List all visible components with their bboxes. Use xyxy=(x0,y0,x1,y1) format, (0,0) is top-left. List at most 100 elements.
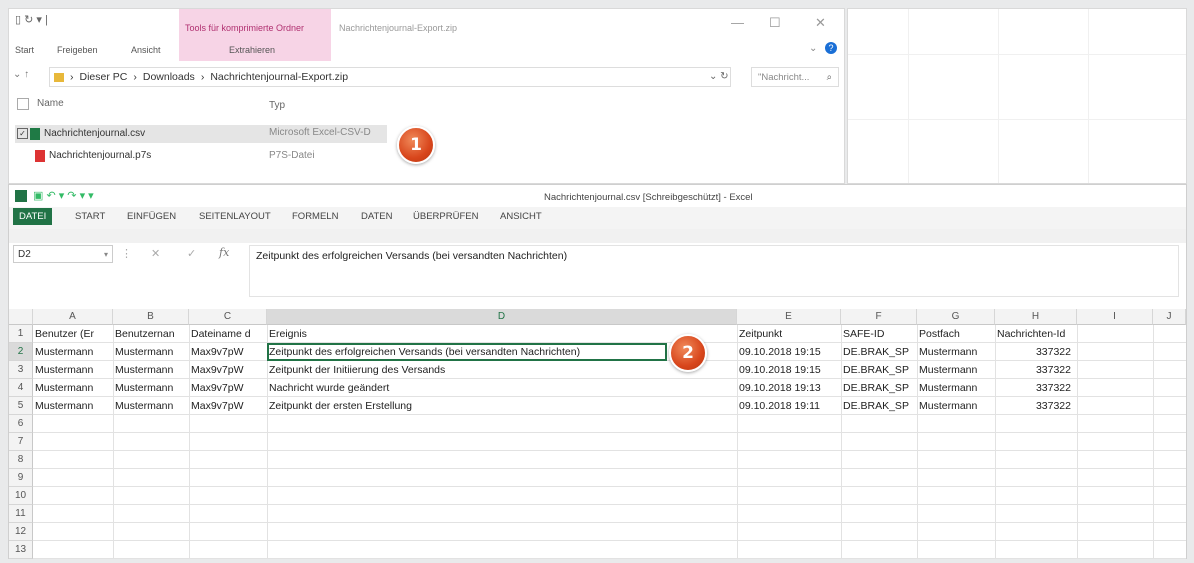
cell-h1[interactable]: Nachrichten-Id xyxy=(995,325,1077,343)
cell-h4[interactable]: 337322 xyxy=(995,379,1077,397)
tab-formeln[interactable]: FORMELN xyxy=(292,211,338,222)
cell-h3[interactable]: 337322 xyxy=(995,361,1077,379)
column-header-type[interactable]: Typ xyxy=(269,100,285,111)
column-header-b[interactable]: B xyxy=(113,309,189,325)
row-header-2[interactable]: 2 xyxy=(9,343,33,361)
ribbon-tab-ansicht[interactable]: Ansicht xyxy=(131,45,161,55)
cell-c3[interactable]: Max9v7pW xyxy=(189,361,267,379)
row-header-1[interactable]: 1 xyxy=(9,325,33,343)
function-icon[interactable]: fx xyxy=(219,246,229,259)
refresh-icon[interactable]: ⌄ ↻ xyxy=(709,71,729,82)
check-icon[interactable]: ✓ xyxy=(17,128,28,139)
cell-f3[interactable]: DE.BRAK_SP xyxy=(841,361,917,379)
cell-h2[interactable]: 337322 xyxy=(995,343,1077,361)
formula-bar[interactable]: Zeitpunkt des erfolgreichen Versands (be… xyxy=(249,245,1179,297)
file-row[interactable]: ✓ Nachrichtenjournal.csv xyxy=(17,125,145,142)
tab-seitenlayout[interactable]: SEITENLAYOUT xyxy=(199,211,271,222)
breadcrumb-downloads[interactable]: Downloads xyxy=(143,71,195,83)
nav-back-icon[interactable]: ⌄ ↑ xyxy=(13,69,29,80)
cell-b4[interactable]: Mustermann xyxy=(113,379,189,397)
file-row[interactable]: Nachrichtenjournal.p7s xyxy=(35,147,151,164)
minimize-icon[interactable]: — xyxy=(731,15,744,30)
cell-b2[interactable]: Mustermann xyxy=(113,343,189,361)
cell-a5[interactable]: Mustermann xyxy=(33,397,113,415)
column-header-c[interactable]: C xyxy=(189,309,267,325)
close-icon[interactable]: ✕ xyxy=(815,15,826,31)
row-header-9[interactable]: 9 xyxy=(9,469,33,487)
cell-c1[interactable]: Dateiname d xyxy=(189,325,267,343)
cell-d1[interactable]: Ereignis xyxy=(267,325,737,343)
cell-b5[interactable]: Mustermann xyxy=(113,397,189,415)
column-header-i[interactable]: I xyxy=(1077,309,1153,325)
row-header-10[interactable]: 10 xyxy=(9,487,33,505)
cell-a3[interactable]: Mustermann xyxy=(33,361,113,379)
chevron-down-icon[interactable]: ▾ xyxy=(104,250,108,259)
tab-ueberpruefen[interactable]: ÜBERPRÜFEN xyxy=(413,211,478,222)
row-header-6[interactable]: 6 xyxy=(9,415,33,433)
cell-f2[interactable]: DE.BRAK_SP xyxy=(841,343,917,361)
breadcrumb-this-pc[interactable]: Dieser PC xyxy=(80,71,128,83)
row-header-13[interactable]: 13 xyxy=(9,541,33,559)
breadcrumb-zip[interactable]: Nachrichtenjournal-Export.zip xyxy=(210,71,348,83)
cell-e1[interactable]: Zeitpunkt xyxy=(737,325,841,343)
name-box[interactable]: D2 ▾ xyxy=(13,245,113,263)
tab-daten[interactable]: DATEN xyxy=(361,211,393,222)
confirm-icon[interactable]: ✓ xyxy=(187,247,196,260)
address-bar[interactable]: › Dieser PC › Downloads › Nachrichtenjou… xyxy=(49,67,731,87)
cell-e2[interactable]: 09.10.2018 19:15 xyxy=(737,343,841,361)
cell-d5[interactable]: Zeitpunkt der ersten Erstellung xyxy=(267,397,737,415)
tab-start[interactable]: START xyxy=(75,211,105,222)
row-header-11[interactable]: 11 xyxy=(9,505,33,523)
cell-g5[interactable]: Mustermann xyxy=(917,397,995,415)
cell-c5[interactable]: Max9v7pW xyxy=(189,397,267,415)
column-header-g[interactable]: G xyxy=(917,309,995,325)
row-header-5[interactable]: 5 xyxy=(9,397,33,415)
quick-access-toolbar[interactable]: ▯ ↻ ▾ | xyxy=(15,13,48,26)
cell-e3[interactable]: 09.10.2018 19:15 xyxy=(737,361,841,379)
cell-c2[interactable]: Max9v7pW xyxy=(189,343,267,361)
cell-h5[interactable]: 337322 xyxy=(995,397,1077,415)
tab-einfuegen[interactable]: EINFÜGEN xyxy=(127,211,176,222)
column-header-d[interactable]: D xyxy=(267,309,737,325)
cell-f4[interactable]: DE.BRAK_SP xyxy=(841,379,917,397)
cell-a4[interactable]: Mustermann xyxy=(33,379,113,397)
tab-datei[interactable]: DATEI xyxy=(13,208,53,225)
chevron-down-icon[interactable]: ⌄ xyxy=(809,43,817,54)
ribbon-tab-extrahieren[interactable]: Extrahieren xyxy=(229,45,275,55)
cell-e4[interactable]: 09.10.2018 19:13 xyxy=(737,379,841,397)
cell-e5[interactable]: 09.10.2018 19:11 xyxy=(737,397,841,415)
quick-access-toolbar[interactable]: ▣ ↶ ▾ ↷ ▾ ▾ xyxy=(33,189,94,202)
spreadsheet-grid[interactable]: A B C D E F G H I J 1 2 3 4 5 6 7 8 9 10 11 12 13 Ben… xyxy=(9,309,1186,559)
help-icon[interactable]: ? xyxy=(825,42,837,54)
select-all-checkbox[interactable] xyxy=(17,98,29,110)
row-header-8[interactable]: 8 xyxy=(9,451,33,469)
row-header-12[interactable]: 12 xyxy=(9,523,33,541)
cell-b3[interactable]: Mustermann xyxy=(113,361,189,379)
cell-d4[interactable]: Nachricht wurde geändert xyxy=(267,379,737,397)
maximize-icon[interactable]: ☐ xyxy=(769,15,781,31)
row-header-3[interactable]: 3 xyxy=(9,361,33,379)
row-header-4[interactable]: 4 xyxy=(9,379,33,397)
ribbon-tab-start[interactable]: Start xyxy=(15,45,34,55)
select-all-corner[interactable] xyxy=(9,309,33,325)
search-input[interactable]: "Nachricht... ⌕ xyxy=(751,67,839,87)
cell-d3[interactable]: Zeitpunkt der Initiierung des Versands xyxy=(267,361,737,379)
column-header-j[interactable]: J xyxy=(1153,309,1186,325)
column-header-a[interactable]: A xyxy=(33,309,113,325)
cancel-icon[interactable]: ✕ xyxy=(151,247,160,260)
cell-f1[interactable]: SAFE-ID xyxy=(841,325,917,343)
cell-g4[interactable]: Mustermann xyxy=(917,379,995,397)
column-header-f[interactable]: F xyxy=(841,309,917,325)
cell-c4[interactable]: Max9v7pW xyxy=(189,379,267,397)
tab-ansicht[interactable]: ANSICHT xyxy=(500,211,542,222)
column-header-e[interactable]: E xyxy=(737,309,841,325)
cell-g1[interactable]: Postfach xyxy=(917,325,995,343)
cell-g3[interactable]: Mustermann xyxy=(917,361,995,379)
row-header-7[interactable]: 7 xyxy=(9,433,33,451)
cell-b1[interactable]: Benutzernan xyxy=(113,325,189,343)
cell-a1[interactable]: Benutzer (Er xyxy=(33,325,113,343)
ribbon-tab-freigeben[interactable]: Freigeben xyxy=(57,45,98,55)
cell-a2[interactable]: Mustermann xyxy=(33,343,113,361)
cell-g2[interactable]: Mustermann xyxy=(917,343,995,361)
column-header-h[interactable]: H xyxy=(995,309,1077,325)
